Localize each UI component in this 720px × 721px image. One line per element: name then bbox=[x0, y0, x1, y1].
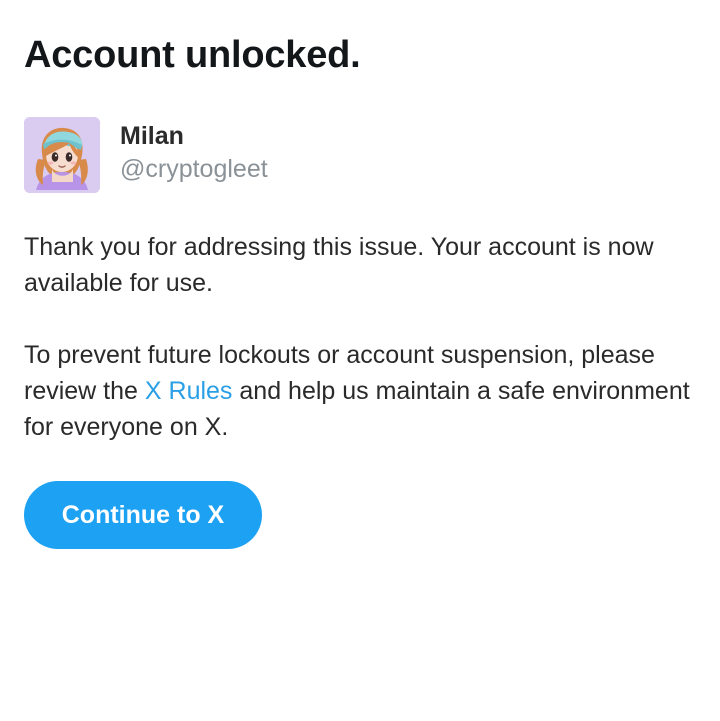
page-title: Account unlocked. bbox=[24, 34, 361, 76]
continue-to-x-button[interactable]: Continue to X bbox=[24, 481, 262, 549]
avatar bbox=[24, 117, 100, 193]
user-name: Milan bbox=[120, 122, 184, 150]
unlock-message: Thank you for addressing this issue. You… bbox=[24, 233, 654, 297]
account-unlocked-page: Account unlocked. Milan @cryptogleet Tha… bbox=[0, 0, 720, 721]
user-info: Milan @cryptogleet bbox=[120, 117, 268, 186]
rules-message: To prevent future lockouts or account su… bbox=[24, 337, 696, 445]
x-rules-link[interactable]: X Rules bbox=[145, 377, 233, 405]
user-handle: @cryptogleet bbox=[120, 155, 268, 183]
user-card: Milan @cryptogleet bbox=[24, 117, 268, 193]
anime-girl-avatar-icon bbox=[24, 117, 100, 193]
